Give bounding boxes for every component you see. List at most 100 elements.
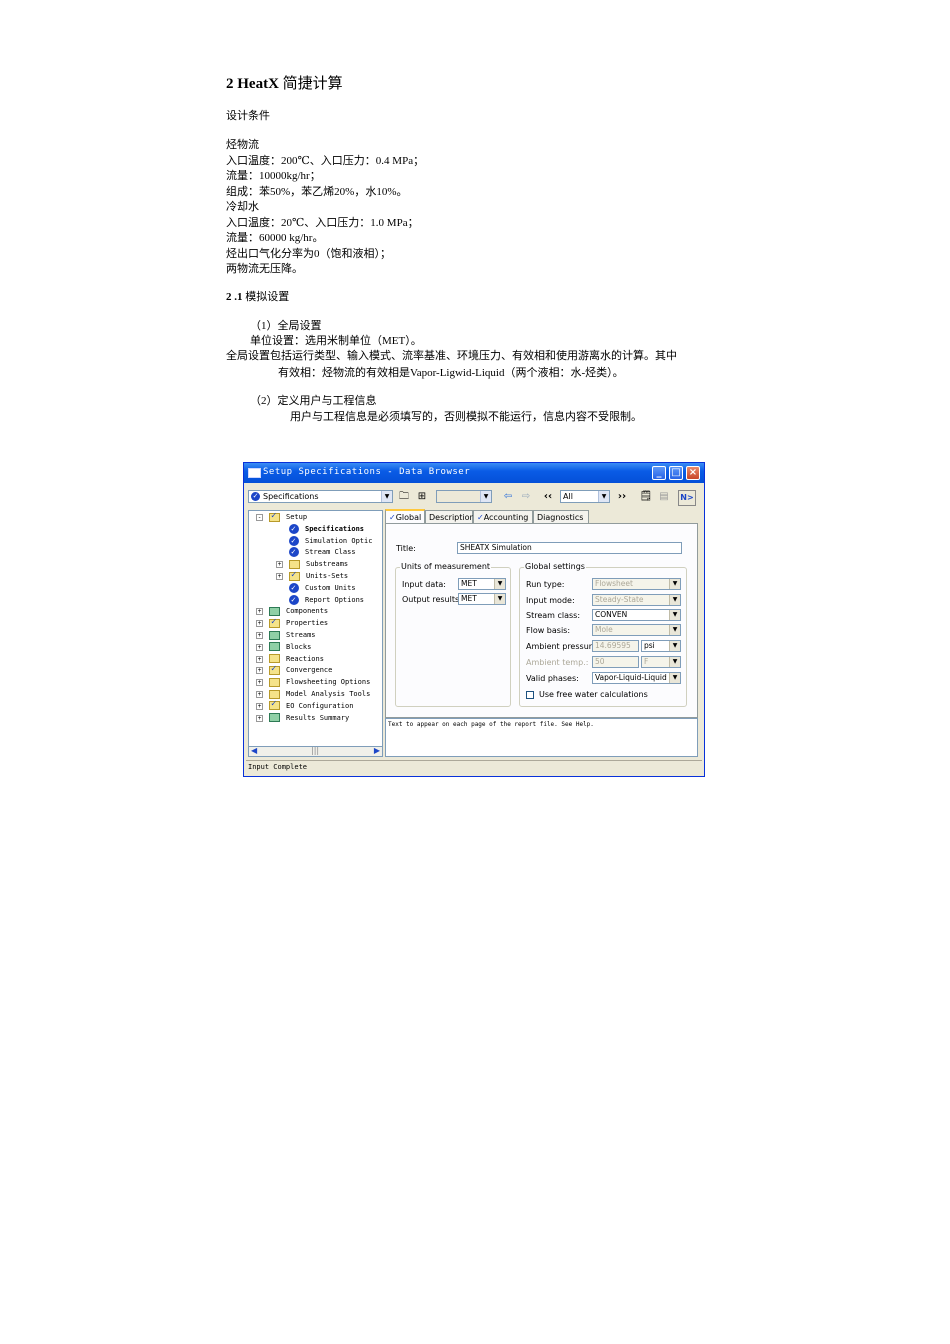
- tab-description[interactable]: Description: [425, 510, 475, 523]
- tree-item-label: Simulation Optic: [305, 536, 373, 545]
- tree-item[interactable]: Units-Sets: [289, 570, 349, 582]
- units-group: Units of measurement Input data: MET ▼ O…: [395, 562, 511, 707]
- flow-basis-select[interactable]: Mole ▼: [592, 624, 681, 636]
- tree-item[interactable]: Report Options: [289, 594, 365, 606]
- tree-item[interactable]: Setup: [269, 511, 308, 523]
- tree-item[interactable]: Streams: [269, 630, 316, 641]
- scroll-left-icon[interactable]: ◀: [251, 746, 257, 755]
- data-browser-window: Setup Specifications - Data Browser _ □ …: [243, 462, 705, 777]
- tree-item[interactable]: Properties: [269, 617, 328, 629]
- tree-item[interactable]: Stream Class: [289, 546, 356, 558]
- tree-expander[interactable]: +: [276, 573, 283, 580]
- previous-icon[interactable]: ‹‹: [540, 490, 556, 504]
- ambient-temp-input[interactable]: 50: [592, 656, 639, 668]
- nav-combo[interactable]: ✓ Specifications ▼: [248, 490, 393, 503]
- tree-expander[interactable]: +: [276, 561, 283, 569]
- form-area: ✓Global Description ✓Accounting Diagnost…: [385, 509, 698, 718]
- condition-line: 组成：苯50%，苯乙烯20%，水10%。: [226, 185, 408, 198]
- tree-item-label: Results Summary: [286, 713, 350, 722]
- chevron-down-icon: ▼: [669, 673, 680, 683]
- tree-expander[interactable]: +: [256, 714, 263, 722]
- tree-item[interactable]: Custom Units: [289, 582, 356, 594]
- folder-check-icon: [269, 617, 280, 628]
- next-icon[interactable]: ››: [614, 490, 630, 504]
- tree-scrollbar[interactable]: ◀ ||| ▶: [248, 746, 383, 757]
- stream-class-select[interactable]: CONVEN ▼: [592, 609, 681, 621]
- window-icon: [248, 468, 261, 478]
- maximize-button[interactable]: □: [669, 466, 683, 480]
- tab-diagnostics[interactable]: Diagnostics: [533, 510, 589, 523]
- tree-item[interactable]: Blocks: [269, 642, 311, 653]
- tree-item[interactable]: Convergence: [269, 664, 332, 676]
- tree-item-label: Setup: [286, 513, 308, 521]
- folder-icon: [269, 654, 280, 664]
- tree-expander[interactable]: -: [256, 514, 263, 521]
- free-water-checkbox[interactable]: [526, 691, 534, 699]
- title-input[interactable]: SHEATX Simulation: [457, 542, 682, 554]
- tree-item-label: Custom Units: [305, 583, 356, 592]
- run-type-select[interactable]: Flowsheet ▼: [592, 578, 681, 590]
- tree-expander[interactable]: +: [256, 620, 263, 628]
- ambient-temp-unit-select[interactable]: F ▼: [641, 656, 681, 668]
- input-data-select[interactable]: MET ▼: [458, 578, 506, 590]
- tree-item[interactable]: Specifications: [289, 523, 365, 535]
- close-button[interactable]: ×: [686, 466, 700, 480]
- tree-item[interactable]: Substreams: [289, 559, 348, 570]
- notes-icon[interactable]: 🗒: [638, 490, 654, 504]
- back-arrow-icon[interactable]: ⇦: [500, 490, 516, 504]
- tree-expander[interactable]: +: [256, 691, 263, 698]
- design-conditions: 设计条件: [226, 110, 270, 122]
- tree-item-label: Units-Sets: [306, 572, 349, 580]
- scroll-thumb[interactable]: |||: [311, 746, 319, 755]
- output-results-select[interactable]: MET ▼: [458, 593, 506, 605]
- ambient-pressure-label: Ambient pressure:: [526, 642, 600, 651]
- scroll-right-icon[interactable]: ▶: [374, 746, 380, 755]
- tab-accounting[interactable]: ✓Accounting: [473, 510, 533, 523]
- minimize-button[interactable]: _: [652, 466, 666, 480]
- tree-expander[interactable]: +: [256, 643, 263, 651]
- flow-basis-label: Flow basis:: [526, 626, 571, 635]
- tree-item[interactable]: EO Configuration: [269, 699, 353, 712]
- tree-item[interactable]: Components: [269, 606, 328, 617]
- chevron-down-icon: ▼: [669, 579, 680, 589]
- forward-arrow-icon[interactable]: ⇨: [518, 490, 534, 504]
- tree-item-label: Report Options: [305, 595, 365, 604]
- tree-expander[interactable]: +: [256, 632, 263, 639]
- tree-expander[interactable]: +: [256, 667, 263, 675]
- status-text: Input Complete: [248, 763, 308, 771]
- ambient-pressure-input[interactable]: 14.69595: [592, 640, 639, 652]
- tree-expander[interactable]: +: [256, 702, 263, 710]
- run-type-value: Flowsheet: [595, 579, 633, 588]
- input-mode-label: Input mode:: [526, 596, 575, 605]
- folder-up-icon[interactable]: 🗀: [396, 490, 412, 504]
- tree-expander[interactable]: +: [256, 679, 263, 687]
- condition-line: 流量：10000kg/hr；: [226, 170, 321, 182]
- valid-phases-select[interactable]: Vapor-Liquid-Liquid ▼: [592, 672, 681, 684]
- tree-item[interactable]: Simulation Optic: [289, 535, 373, 547]
- tree-item[interactable]: Reactions: [269, 654, 324, 665]
- history-combo[interactable]: ▼: [436, 490, 492, 503]
- stream-class-label: Stream class:: [526, 611, 581, 620]
- navigation-tree[interactable]: - Setup Specifications Simulation Optic Stre…: [248, 510, 383, 757]
- tree-item[interactable]: Results Summary: [269, 713, 349, 724]
- tree-expander[interactable]: +: [256, 608, 263, 616]
- global-settings-title: Global settings: [524, 562, 586, 572]
- title-bar[interactable]: Setup Specifications - Data Browser _ □ …: [244, 463, 704, 483]
- next-required-icon[interactable]: N>: [678, 490, 696, 506]
- folder-mountain-icon: [269, 642, 280, 652]
- status-icon[interactable]: ▤: [656, 490, 672, 504]
- tree-item[interactable]: Flowsheeting Options: [269, 677, 370, 688]
- check-icon: [289, 582, 299, 593]
- tree-item[interactable]: Model Analysis Tools: [269, 689, 370, 700]
- folder-icon: [269, 689, 280, 699]
- flow-basis-value: Mole: [595, 625, 613, 634]
- ambient-pressure-unit-select[interactable]: psi ▼: [641, 640, 681, 652]
- input-mode-select[interactable]: Steady-State ▼: [592, 594, 681, 606]
- stream-class-value: CONVEN: [595, 610, 628, 619]
- tree-item-label: Specifications: [305, 524, 365, 533]
- tree-expander[interactable]: +: [256, 655, 263, 663]
- tree-view-icon[interactable]: ⊞: [414, 490, 430, 504]
- description-box[interactable]: Text to appear on each page of the repor…: [385, 718, 698, 757]
- filter-combo[interactable]: All ▼: [560, 490, 610, 503]
- tab-global[interactable]: ✓Global: [385, 509, 425, 524]
